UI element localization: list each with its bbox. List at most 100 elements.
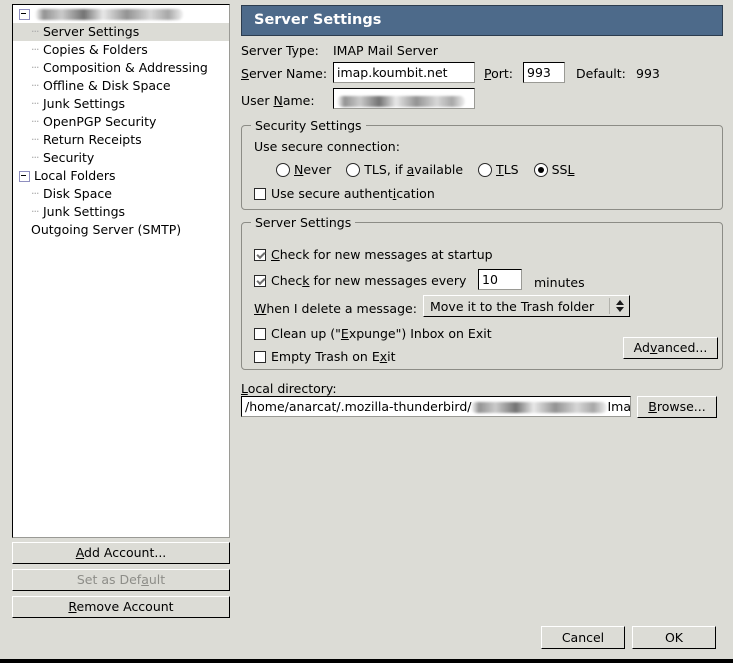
- account-tree[interactable]: ··· Server Settings ··· Copies & Folders…: [12, 4, 230, 538]
- dropdown-separator: [609, 298, 610, 314]
- sidebar-item-return-receipts[interactable]: ··· Return Receipts: [13, 131, 229, 149]
- radio-label: Never: [294, 162, 331, 177]
- radio-icon[interactable]: [478, 163, 492, 177]
- remove-account-button[interactable]: Remove Account: [12, 596, 230, 618]
- check-at-startup-checkbox[interactable]: Check for new messages at startup: [254, 247, 493, 262]
- sidebar-item-security[interactable]: ··· Security: [13, 149, 229, 167]
- chevron-up-icon[interactable]: [616, 300, 624, 305]
- user-name-redacted: [337, 96, 465, 107]
- sidebar-item-label: Local Folders: [34, 167, 116, 185]
- tree-branch-icon: ···: [31, 149, 43, 167]
- empty-trash-checkbox[interactable]: Empty Trash on Exit: [254, 349, 396, 364]
- account-name-redacted: [35, 9, 183, 20]
- server-settings-group-title: Server Settings: [251, 215, 355, 230]
- sidebar-item-label: Outgoing Server (SMTP): [31, 221, 181, 239]
- radio-label: TLS, if available: [364, 162, 463, 177]
- checkbox-icon[interactable]: [254, 188, 266, 200]
- server-name-input[interactable]: imap.koumbit.net: [333, 62, 475, 83]
- sidebar-item-label: Junk Settings: [43, 203, 125, 221]
- delete-message-selected-value: Move it to the Trash folder: [424, 299, 609, 314]
- radio-option-ssl[interactable]: SSL: [534, 162, 575, 177]
- port-input[interactable]: 993: [523, 62, 565, 83]
- add-account-button[interactable]: Add Account...: [12, 542, 230, 564]
- check-interval-input[interactable]: 10: [478, 269, 522, 290]
- local-directory-redacted: [471, 402, 607, 413]
- sidebar-item-copies-folders[interactable]: ··· Copies & Folders: [13, 41, 229, 59]
- chevron-down-icon[interactable]: [616, 307, 624, 312]
- sidebar-item-label: Junk Settings: [43, 95, 125, 113]
- sidebar-item-local-folders[interactable]: Local Folders: [13, 167, 229, 185]
- tree-branch-icon: ···: [31, 95, 43, 113]
- server-type-label: Server Type:: [241, 43, 319, 58]
- local-directory-input[interactable]: /home/anarcat/.mozilla-thunderbird/ImapM…: [241, 396, 631, 417]
- default-port-label: Default:: [576, 66, 626, 81]
- radio-icon[interactable]: [276, 163, 290, 177]
- tree-branch-icon: ···: [31, 131, 43, 149]
- sidebar-item-disk-space[interactable]: ··· Disk Space: [13, 185, 229, 203]
- ok-button[interactable]: OK: [632, 626, 716, 649]
- use-secure-authentication-checkbox[interactable]: Use secure authentication: [254, 186, 435, 201]
- radio-icon-selected[interactable]: [534, 163, 548, 177]
- radio-label: SSL: [552, 162, 575, 177]
- user-name-input[interactable]: [333, 88, 475, 109]
- checkbox-icon[interactable]: [254, 328, 266, 340]
- sidebar-item-label: Copies & Folders: [43, 41, 148, 59]
- sidebar-item-junk-settings-local[interactable]: ··· Junk Settings: [13, 203, 229, 221]
- tree-branch-icon: ···: [31, 203, 43, 221]
- checkbox-label: Empty Trash on Exit: [271, 349, 396, 364]
- delete-message-dropdown[interactable]: Move it to the Trash folder: [423, 295, 630, 317]
- checkbox-label: Check for new messages every: [271, 273, 466, 288]
- use-secure-connection-label: Use secure connection:: [254, 139, 400, 154]
- security-settings-group: Security Settings Use secure connection:…: [241, 125, 723, 210]
- tree-item-account-root[interactable]: [13, 5, 229, 23]
- radio-option-never[interactable]: Never: [276, 162, 331, 177]
- sidebar-item-label: Offline & Disk Space: [43, 77, 171, 95]
- radio-option-tls-if-available[interactable]: TLS, if available: [346, 162, 463, 177]
- checkbox-icon-checked[interactable]: [254, 249, 266, 261]
- checkbox-label: Clean up ("Expunge") Inbox on Exit: [271, 326, 492, 341]
- collapse-minus-icon[interactable]: [19, 9, 30, 20]
- sidebar-item-openpgp-security[interactable]: ··· OpenPGP Security: [13, 113, 229, 131]
- sidebar-item-server-settings[interactable]: ··· Server Settings: [13, 23, 229, 41]
- port-label: Port:: [484, 66, 513, 81]
- advanced-button[interactable]: Advanced...: [623, 337, 718, 359]
- tree-branch-icon: ···: [31, 113, 43, 131]
- set-as-default-button[interactable]: Set as Default: [12, 569, 230, 591]
- security-settings-group-title: Security Settings: [251, 118, 366, 133]
- tree-branch-icon: ···: [31, 185, 43, 203]
- cancel-button[interactable]: Cancel: [541, 626, 625, 649]
- delete-message-label: When I delete a message:: [254, 301, 417, 316]
- radio-icon[interactable]: [346, 163, 360, 177]
- tree-branch-icon: ···: [31, 41, 43, 59]
- radio-option-tls[interactable]: TLS: [478, 162, 519, 177]
- local-directory-prefix: /home/anarcat/.mozilla-thunderbird/: [245, 399, 471, 414]
- minutes-label: minutes: [534, 275, 585, 290]
- sidebar-item-label: Server Settings: [43, 23, 139, 41]
- tree-branch-icon: ···: [31, 23, 43, 41]
- sidebar-item-offline-disk-space[interactable]: ··· Offline & Disk Space: [13, 77, 229, 95]
- sidebar-item-label: OpenPGP Security: [43, 113, 156, 131]
- sidebar-item-composition-addressing[interactable]: ··· Composition & Addressing: [13, 59, 229, 77]
- server-name-label: Server Name:: [241, 66, 327, 81]
- checkbox-icon[interactable]: [254, 351, 266, 363]
- collapse-minus-icon[interactable]: [19, 171, 30, 182]
- sidebar-item-label: Security: [43, 149, 94, 167]
- local-directory-suffix: ImapMa: [607, 399, 631, 414]
- expunge-inbox-checkbox[interactable]: Clean up ("Expunge") Inbox on Exit: [254, 326, 492, 341]
- checkbox-label: Check for new messages at startup: [271, 247, 493, 262]
- settings-pane: Server Settings Server Type: IMAP Mail S…: [236, 0, 733, 659]
- browse-button[interactable]: Browse...: [637, 396, 717, 418]
- user-name-label: User Name:: [241, 93, 315, 108]
- check-every-checkbox[interactable]: Check for new messages every: [254, 273, 466, 288]
- spinner-arrows-icon[interactable]: [613, 300, 626, 312]
- checkbox-label: Use secure authentication: [271, 186, 435, 201]
- tree-branch-icon: ···: [31, 77, 43, 95]
- default-port-value: 993: [636, 66, 660, 81]
- tree-branch-icon: ···: [31, 59, 43, 77]
- server-type-value: IMAP Mail Server: [333, 43, 438, 58]
- checkbox-icon-checked[interactable]: [254, 275, 266, 287]
- sidebar-item-outgoing-server-smtp[interactable]: Outgoing Server (SMTP): [13, 221, 229, 239]
- sidebar-item-junk-settings[interactable]: ··· Junk Settings: [13, 95, 229, 113]
- secure-connection-radio-group[interactable]: Never TLS, if available TLS SSL: [276, 162, 574, 177]
- sidebar-item-label: Composition & Addressing: [43, 59, 208, 77]
